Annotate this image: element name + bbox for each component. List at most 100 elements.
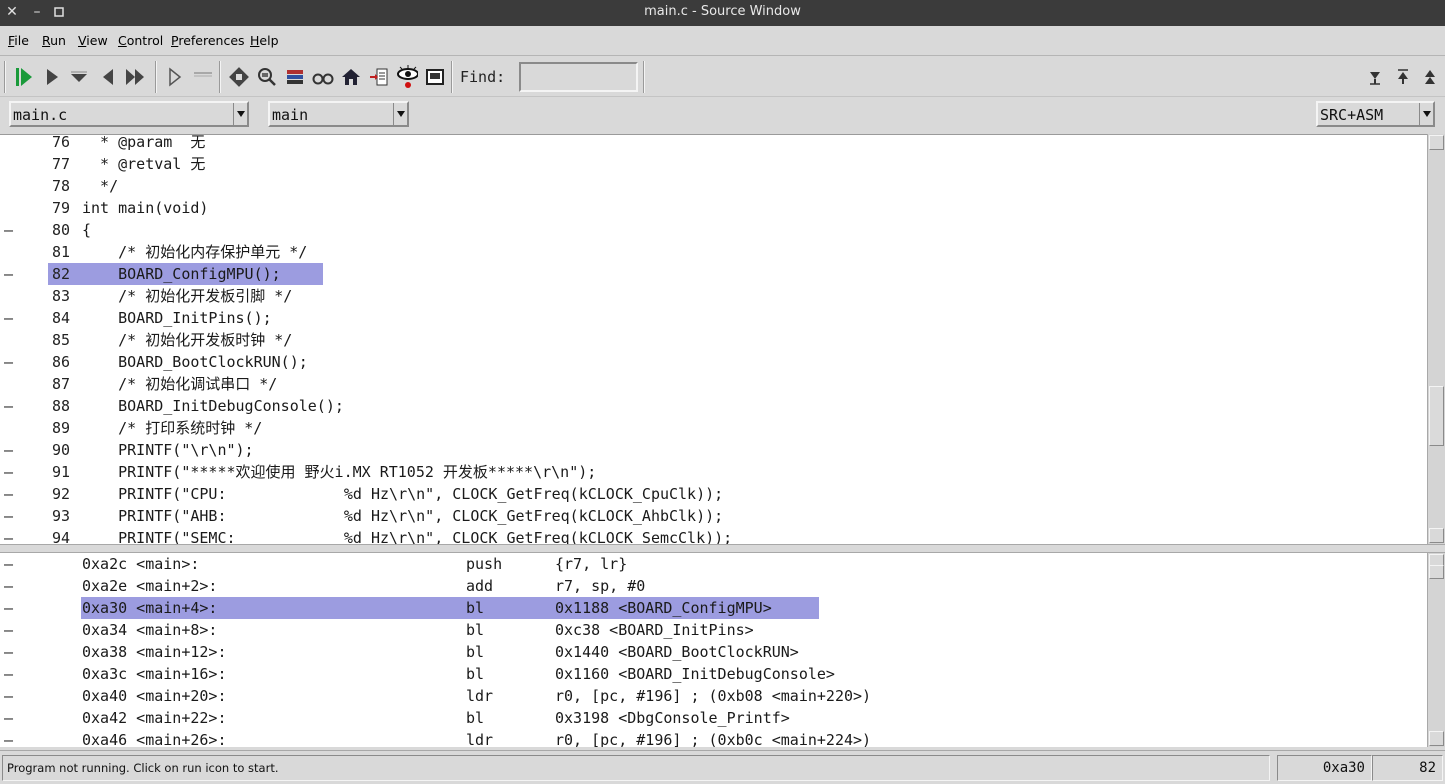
prev-hit-icon[interactable] — [1364, 65, 1386, 89]
source-line[interactable]: 79 int main(void) — [0, 197, 1427, 219]
next-asm-icon[interactable] — [192, 65, 214, 89]
source-line[interactable]: – 84 BOARD_InitPins(); — [0, 307, 1427, 329]
source-line[interactable]: – 82 BOARD_ConfigMPU(); — [0, 263, 1427, 285]
continue-icon[interactable] — [41, 65, 63, 89]
asm-line[interactable]: – 0xa38 <main+12>: bl 0x1440 <BOARD_BootClo… — [0, 641, 1427, 663]
source-line[interactable]: – 92 PRINTF("CPU: %d Hz\r\n", CLOCK_GetFr… — [0, 483, 1427, 505]
menu-preferences[interactable]: Preferences — [171, 33, 245, 48]
step-asm-icon[interactable] — [164, 65, 186, 89]
step-icon[interactable] — [68, 65, 90, 89]
source-code: */ — [82, 177, 119, 195]
breakpoint-marker[interactable]: – — [4, 553, 13, 575]
scroll-down-icon[interactable] — [1429, 731, 1444, 746]
top-icon[interactable] — [1419, 65, 1441, 89]
asm-line[interactable]: – 0xa2e <main+2>: add r7, sp, #0 — [0, 575, 1427, 597]
stack-icon[interactable] — [284, 65, 306, 89]
line-number: 79 — [51, 199, 70, 217]
breakpoint-marker[interactable]: – — [4, 307, 13, 329]
memory-icon[interactable] — [256, 65, 278, 89]
source-line[interactable]: 89 /* 打印系统时钟 */ — [0, 417, 1427, 439]
chevron-down-icon[interactable] — [393, 103, 407, 125]
breakpoint-marker[interactable]: – — [4, 527, 13, 544]
mode-selector[interactable]: SRC+ASM — [1316, 101, 1435, 127]
pane-divider[interactable] — [0, 544, 1445, 553]
breakpoint-marker[interactable]: – — [4, 575, 13, 597]
asm-line[interactable]: – 0xa40 <main+20>: ldr r0, [pc, #196] ; (0x… — [0, 685, 1427, 707]
line-number: 76 — [51, 134, 70, 151]
finish-icon[interactable] — [124, 65, 146, 89]
line-number: 92 — [51, 485, 70, 503]
breakpoints-icon[interactable] — [368, 65, 390, 89]
locals-icon[interactable] — [340, 65, 362, 89]
run-icon[interactable] — [13, 65, 35, 89]
breakpoint-marker[interactable]: – — [4, 505, 13, 527]
source-line[interactable]: – 80 { — [0, 219, 1427, 241]
breakpoint-marker[interactable]: – — [4, 619, 13, 641]
next-icon[interactable] — [97, 65, 119, 89]
breakpoint-marker[interactable]: – — [4, 439, 13, 461]
next-hit-icon[interactable] — [1392, 65, 1414, 89]
asm-opcode: bl — [466, 709, 485, 727]
registers-icon[interactable] — [228, 65, 250, 89]
console-icon[interactable] — [424, 65, 446, 89]
asm-line[interactable]: – 0xa42 <main+22>: bl 0x3198 <DbgConsole_Pr… — [0, 707, 1427, 729]
breakpoint-marker[interactable]: – — [4, 395, 13, 417]
breakpoint-marker[interactable]: – — [4, 663, 13, 685]
breakpoint-marker[interactable]: – — [4, 641, 13, 663]
line-number: 77 — [51, 155, 70, 173]
breakpoint-marker[interactable]: – — [4, 219, 13, 241]
menu-run[interactable]: Run — [42, 33, 66, 48]
menu-help[interactable]: Help — [250, 33, 279, 48]
breakpoint-marker[interactable]: – — [4, 461, 13, 483]
scroll-down-icon[interactable] — [1429, 528, 1444, 543]
asm-line[interactable]: – 0xa3c <main+16>: bl 0x1160 <BOARD_InitDeb… — [0, 663, 1427, 685]
source-line[interactable]: – 93 PRINTF("AHB: %d Hz\r\n", CLOCK_GetFr… — [0, 505, 1427, 527]
source-line[interactable]: 77 * @retval 无 — [0, 153, 1427, 175]
chevron-down-icon[interactable] — [1419, 103, 1433, 125]
source-line[interactable]: 83 /* 初始化开发板引脚 */ — [0, 285, 1427, 307]
source-line[interactable]: 85 /* 初始化开发板时钟 */ — [0, 329, 1427, 351]
watch-icon[interactable] — [312, 65, 334, 89]
assembly-pane[interactable]: – 0xa2c <main>: push {r7, lr} – 0xa2e <main+2… — [0, 553, 1427, 747]
source-line[interactable]: – 94 PRINTF("SEMC: %d Hz\r\n", CLOCK_GetF… — [0, 527, 1427, 544]
assembly-scrollbar[interactable] — [1427, 553, 1445, 747]
line-number: 83 — [51, 287, 70, 305]
source-scrollbar[interactable] — [1427, 134, 1445, 544]
source-line[interactable]: 76 * @param 无 — [0, 134, 1427, 153]
line-number: 91 — [51, 463, 70, 481]
scrollbar-thumb[interactable] — [1429, 386, 1444, 446]
asm-line[interactable]: – 0xa46 <main+26>: ldr r0, [pc, #196] ; (0x… — [0, 729, 1427, 747]
function-selector[interactable]: main — [268, 101, 409, 127]
breakpoint-marker[interactable]: – — [4, 729, 13, 747]
menu-view[interactable]: View — [78, 33, 108, 48]
breakpoint-marker[interactable]: – — [4, 351, 13, 373]
line-number: 89 — [51, 419, 70, 437]
breakpoint-marker[interactable]: – — [4, 685, 13, 707]
scroll-up-icon[interactable] — [1429, 135, 1444, 150]
source-line[interactable]: 87 /* 初始化调试串口 */ — [0, 373, 1427, 395]
source-line[interactable]: – 90 PRINTF("\r\n"); — [0, 439, 1427, 461]
eye-icon[interactable] — [396, 65, 418, 89]
breakpoint-marker[interactable]: – — [4, 597, 13, 619]
chevron-down-icon[interactable] — [233, 103, 247, 125]
source-line[interactable]: – 91 PRINTF("*****欢迎使用 野火i.MX RT1052 开发板*… — [0, 461, 1427, 483]
source-pane[interactable]: 76 * @param 无 77 * @retval 无 78 */79 int ma… — [0, 134, 1427, 544]
asm-line[interactable]: – 0xa2c <main>: push {r7, lr} — [0, 553, 1427, 575]
find-input[interactable] — [519, 62, 638, 92]
source-line[interactable]: – 86 BOARD_BootClockRUN(); — [0, 351, 1427, 373]
toolbar-separator — [155, 61, 157, 93]
asm-line[interactable]: – 0xa34 <main+8>: bl 0xc38 <BOARD_InitPins> — [0, 619, 1427, 641]
asm-line[interactable]: – 0xa30 <main+4>: bl 0x1188 <BOARD_ConfigMP… — [0, 597, 1427, 619]
file-selector[interactable]: main.c — [9, 101, 249, 127]
menu-file[interactable]: File — [8, 33, 29, 48]
breakpoint-marker[interactable]: – — [4, 707, 13, 729]
scrollbar-thumb[interactable] — [1429, 565, 1444, 579]
source-code: /* 打印系统时钟 */ — [82, 419, 263, 437]
line-number: 80 — [51, 221, 70, 239]
source-line[interactable]: 78 */ — [0, 175, 1427, 197]
menu-control[interactable]: Control — [118, 33, 163, 48]
source-line[interactable]: 81 /* 初始化内存保护单元 */ — [0, 241, 1427, 263]
breakpoint-marker[interactable]: – — [4, 483, 13, 505]
source-line[interactable]: – 88 BOARD_InitDebugConsole(); — [0, 395, 1427, 417]
breakpoint-marker[interactable]: – — [4, 263, 13, 285]
